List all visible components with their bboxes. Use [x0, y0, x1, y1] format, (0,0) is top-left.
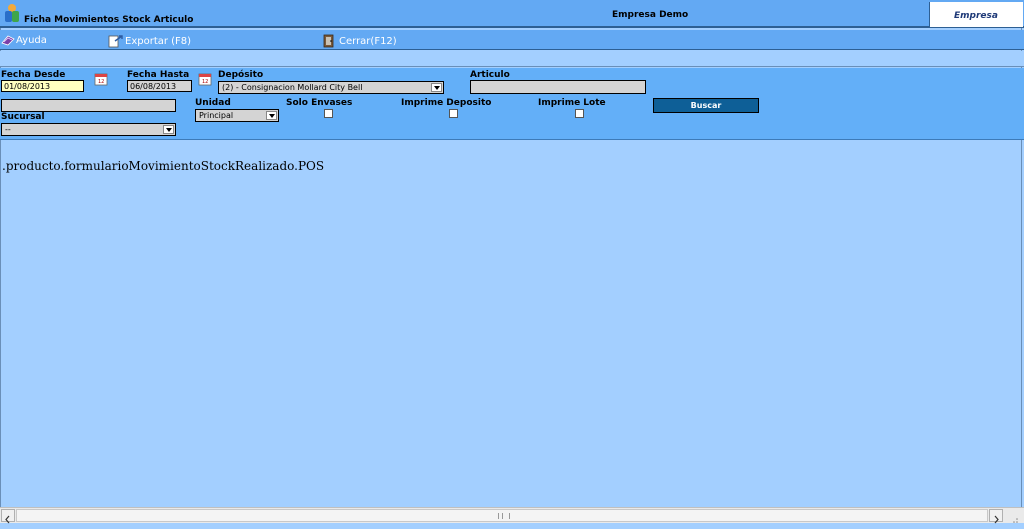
articulo-input[interactable] [470, 80, 646, 94]
sucursal-label: Sucursal [1, 112, 45, 122]
calendar-icon[interactable]: 12 [198, 72, 214, 86]
chevron-down-icon [163, 125, 174, 134]
articulo-description-field [1, 99, 176, 112]
fecha-hasta-input[interactable] [127, 80, 192, 92]
unidad-select-value: Principal [199, 111, 234, 120]
scroll-left-button[interactable] [1, 509, 15, 524]
chevron-right-icon [994, 515, 999, 524]
sucursal-select[interactable]: -- [1, 123, 176, 136]
unidad-label: Unidad [195, 98, 231, 108]
app-logo-icon [5, 4, 19, 22]
deposito-select[interactable]: (2) - Consignacion Mollard City Bell [218, 81, 444, 94]
scroll-thumb[interactable] [16, 509, 988, 522]
menu-ayuda-label: Ayuda [16, 34, 47, 46]
deposito-select-value: (2) - Consignacion Mollard City Bell [222, 83, 363, 92]
imprime-lote-label: Imprime Lote [538, 98, 606, 108]
menu-cerrar-label: Cerrar(F12) [339, 35, 397, 47]
buscar-button[interactable]: Buscar [653, 98, 759, 113]
title-bar: Ficha Movimientos Stock Articulo Empresa… [0, 0, 1024, 28]
solo-envases-label: Solo Envases [286, 98, 353, 108]
app-title: Ficha Movimientos Stock Articulo [24, 15, 194, 25]
unidad-select[interactable]: Principal [195, 109, 279, 122]
solo-envases-checkbox[interactable] [324, 109, 333, 118]
menu-bar: Ayuda Exportar (F8) Cerrar(F12) [0, 30, 1024, 50]
toolbar-spacer [0, 51, 1024, 67]
imprime-deposito-checkbox[interactable] [449, 109, 458, 118]
menu-ayuda[interactable]: Ayuda [1, 34, 47, 46]
empresa-tab-label: Empresa [954, 11, 998, 21]
close-door-icon [323, 34, 334, 48]
company-name: Empresa Demo [612, 10, 689, 20]
chevron-down-icon [431, 83, 442, 92]
sucursal-select-value: -- [5, 125, 11, 134]
articulo-label: Articulo [470, 70, 510, 80]
chevron-down-icon [266, 111, 277, 120]
horizontal-scrollbar[interactable] [0, 507, 1024, 524]
deposito-label: Depósito [218, 70, 264, 80]
scroll-right-button[interactable] [989, 509, 1003, 524]
menu-exportar-label: Exportar (F8) [125, 35, 192, 47]
scroll-grip-icon [498, 513, 510, 519]
content-message: .producto.formularioMovimientoStockReali… [2, 159, 325, 173]
export-icon [108, 35, 123, 48]
filter-panel: Fecha Desde Fecha Hasta Depósito Articul… [0, 68, 1024, 140]
chevron-left-icon [5, 515, 10, 524]
help-book-icon [1, 35, 15, 46]
svg-text:12: 12 [202, 79, 208, 85]
menu-exportar[interactable]: Exportar (F8) [108, 34, 191, 48]
resize-grip-icon[interactable] [1007, 509, 1021, 523]
empresa-tab[interactable]: Empresa [929, 2, 1023, 27]
fecha-hasta-label: Fecha Hasta [127, 70, 190, 80]
svg-text:12: 12 [98, 79, 104, 85]
imprime-lote-checkbox[interactable] [575, 109, 584, 118]
menu-cerrar[interactable]: Cerrar(F12) [322, 34, 397, 48]
imprime-deposito-label: Imprime Deposito [401, 98, 492, 108]
fecha-desde-label: Fecha Desde [1, 70, 66, 80]
calendar-icon[interactable]: 12 [94, 72, 110, 86]
fecha-desde-input[interactable] [1, 80, 84, 92]
